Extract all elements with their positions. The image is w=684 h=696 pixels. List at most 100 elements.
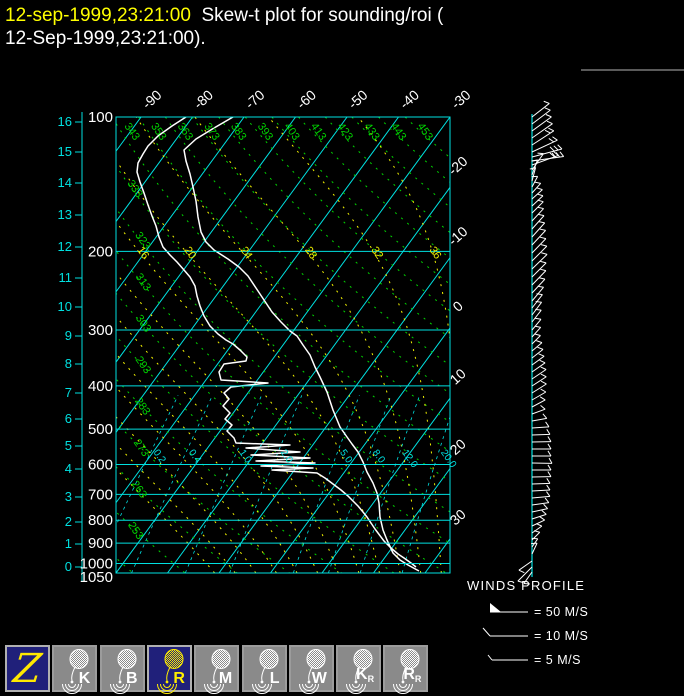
height-label: 12	[58, 239, 72, 254]
wind-barb-tick	[542, 413, 548, 419]
button-label: KR	[356, 666, 375, 685]
button-label: R	[173, 670, 185, 687]
pressure-label: 1050	[80, 569, 113, 586]
wind-barb-shaft	[531, 519, 545, 527]
toolbar-button-r-r[interactable]: RR	[383, 645, 429, 694]
isotherm-line	[373, 467, 450, 573]
wind-barb-tick	[541, 510, 547, 515]
mixing-ratio-line	[131, 395, 213, 573]
wind-barb-tick	[518, 569, 525, 574]
moist-adiabat-label: 20	[181, 245, 198, 262]
wind-barb-tick	[547, 464, 552, 471]
wind-barb-tick	[547, 471, 552, 477]
isotherm-line	[116, 117, 296, 363]
height-label: 15	[58, 144, 72, 159]
dry-adiabat-label: 443	[388, 121, 408, 143]
wind-barb-tick	[545, 421, 550, 428]
wind-barb-tick	[544, 129, 551, 134]
wind-barb-tick	[547, 436, 552, 442]
wind-barb-tick	[540, 380, 547, 385]
wind-barb-shaft	[531, 123, 553, 139]
wind-barb-tick	[539, 359, 546, 364]
isotherm-line	[116, 117, 399, 504]
toolbar-button-k-r[interactable]: KR	[336, 645, 382, 694]
wind-barb-tick	[538, 221, 545, 224]
dry-adiabat-label: 393	[255, 121, 275, 143]
dry-adiabat-line	[218, 117, 450, 339]
wind-barb-tick	[535, 317, 542, 320]
toolbar: Z K B R M L W KR RR	[0, 645, 684, 696]
mixing-ratio-label: 0.4	[186, 448, 203, 466]
wind-barb-tick	[537, 285, 544, 288]
button-label: RR	[403, 666, 422, 685]
dry-adiabat-label: 283	[132, 396, 152, 418]
wind-barb-tick	[543, 100, 550, 104]
plot-area	[0, 117, 450, 573]
moist-adiabat-label: 28	[302, 245, 319, 262]
height-label: 2	[65, 514, 72, 529]
dry-adiabat-label: 313	[133, 271, 153, 293]
toolbar-button-r[interactable]: R	[146, 645, 192, 694]
balloon-icon	[251, 649, 278, 694]
button-sub-label: R	[414, 674, 422, 684]
isotherm-label-right: -20	[445, 153, 471, 179]
isotherm-line	[0, 117, 90, 573]
wind-barb-shaft	[531, 270, 547, 286]
moist-adiabat-line	[116, 353, 298, 573]
mixing-ratio-label: 1.0	[236, 448, 253, 466]
dry-adiabat-label: 413	[308, 121, 328, 143]
button-label: L	[269, 670, 280, 687]
pressure-label: 600	[88, 456, 113, 473]
wind-barb-shaft	[531, 482, 551, 485]
wind-barb-tick	[536, 340, 543, 344]
dry-adiabat-line	[116, 378, 342, 573]
mixing-ratio-line	[292, 395, 360, 573]
height-label: 4	[65, 461, 72, 476]
isotherm-line	[424, 538, 450, 573]
isotherm-label-right: -10	[445, 223, 471, 249]
moist-adiabat-line	[116, 315, 319, 573]
wind-barb-shaft	[531, 513, 547, 520]
app-logo: Z	[11, 645, 44, 692]
isotherm-label-top: -50	[345, 86, 371, 112]
button-label: K	[78, 670, 91, 687]
wind-barb-shaft	[531, 495, 550, 499]
toolbar-button-l[interactable]: L	[241, 645, 287, 694]
toolbar-button-m[interactable]: M	[194, 645, 240, 694]
dry-adiabat-label: 273	[131, 437, 151, 459]
isotherm-label-top: -40	[396, 86, 422, 112]
wind-barb-shaft	[531, 116, 552, 132]
wind-barb-tick	[544, 107, 551, 111]
wind-barb-tick	[553, 151, 559, 156]
wind-barb-tick	[540, 373, 547, 378]
skewt-plot: 012345678910111213141516 1002003004005006…	[0, 69, 684, 667]
dry-adiabat-label: 433	[361, 121, 381, 143]
toolbar-button-w[interactable]: W	[288, 645, 334, 694]
wind-barb-tick	[539, 516, 545, 521]
wind-barb-tick	[546, 120, 553, 125]
toolbar-button-k[interactable]: K	[52, 645, 98, 694]
toolbar-button-b[interactable]: B	[99, 645, 145, 694]
wind-barb-tick	[537, 199, 544, 203]
dry-adiabat-line	[378, 117, 450, 183]
legend-label: = 50 M/S	[534, 605, 588, 619]
wind-barb-tick	[539, 236, 547, 240]
wind-barb-shaft	[531, 399, 546, 408]
wind-barb-tick	[539, 396, 546, 401]
pressure-label: 500	[88, 421, 113, 438]
button-label: B	[126, 670, 138, 687]
height-label: 14	[58, 175, 72, 190]
wind-barb-tick	[543, 503, 549, 510]
dry-adiabat-label: 423	[335, 121, 355, 143]
wind-barb-shaft	[531, 489, 551, 492]
wind-barb-shaft	[531, 254, 548, 270]
wind-barb-tick	[537, 346, 544, 350]
button-label: M	[218, 670, 233, 687]
wind-barb-shaft	[531, 502, 549, 506]
balloon-icon	[109, 649, 137, 694]
wind-barb-shaft	[531, 408, 546, 415]
wind-barb-tick	[548, 457, 553, 464]
wind-barb-tick	[553, 145, 559, 151]
toolbar-button-z-logo[interactable]: Z	[5, 645, 50, 692]
isotherm-line	[321, 397, 450, 573]
